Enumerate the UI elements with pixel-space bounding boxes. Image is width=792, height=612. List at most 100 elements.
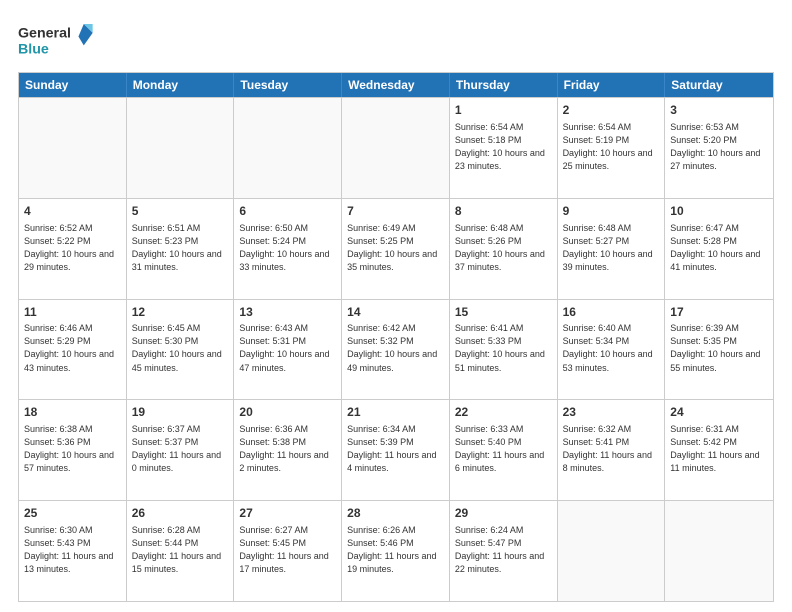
calendar-cell: 7 Sunrise: 6:49 AM Sunset: 5:25 PM Daylig…: [342, 199, 450, 299]
calendar-cell: [127, 98, 235, 198]
day-info: Sunrise: 6:48 AM Sunset: 5:27 PM Dayligh…: [563, 222, 660, 274]
weekday-header: Friday: [558, 73, 666, 97]
calendar-cell: 4 Sunrise: 6:52 AM Sunset: 5:22 PM Daylig…: [19, 199, 127, 299]
calendar-header: SundayMondayTuesdayWednesdayThursdayFrid…: [19, 73, 773, 97]
day-number: 16: [563, 304, 660, 321]
day-number: 23: [563, 404, 660, 421]
day-number: 19: [132, 404, 229, 421]
day-number: 1: [455, 102, 552, 119]
calendar-cell: 10 Sunrise: 6:47 AM Sunset: 5:28 PM Dayli…: [665, 199, 773, 299]
day-number: 11: [24, 304, 121, 321]
logo-icon: General Blue: [18, 18, 98, 62]
day-number: 21: [347, 404, 444, 421]
day-number: 29: [455, 505, 552, 522]
weekday-header: Sunday: [19, 73, 127, 97]
day-number: 15: [455, 304, 552, 321]
day-info: Sunrise: 6:42 AM Sunset: 5:32 PM Dayligh…: [347, 322, 444, 374]
day-info: Sunrise: 6:27 AM Sunset: 5:45 PM Dayligh…: [239, 524, 336, 576]
calendar-cell: 3 Sunrise: 6:53 AM Sunset: 5:20 PM Daylig…: [665, 98, 773, 198]
day-number: 27: [239, 505, 336, 522]
day-info: Sunrise: 6:52 AM Sunset: 5:22 PM Dayligh…: [24, 222, 121, 274]
calendar-cell: 2 Sunrise: 6:54 AM Sunset: 5:19 PM Daylig…: [558, 98, 666, 198]
page: General Blue SundayMondayTuesdayWednesda…: [0, 0, 792, 612]
day-info: Sunrise: 6:33 AM Sunset: 5:40 PM Dayligh…: [455, 423, 552, 475]
calendar-row: 4 Sunrise: 6:52 AM Sunset: 5:22 PM Daylig…: [19, 198, 773, 299]
weekday-header: Monday: [127, 73, 235, 97]
calendar-body: 1 Sunrise: 6:54 AM Sunset: 5:18 PM Daylig…: [19, 97, 773, 601]
calendar-row: 25 Sunrise: 6:30 AM Sunset: 5:43 PM Dayli…: [19, 500, 773, 601]
weekday-header: Thursday: [450, 73, 558, 97]
calendar-cell: 28 Sunrise: 6:26 AM Sunset: 5:46 PM Dayli…: [342, 501, 450, 601]
calendar-cell: 16Sunrise: 6:40 AM Sunset: 5:34 PM Dayli…: [558, 300, 666, 400]
day-number: 25: [24, 505, 121, 522]
day-info: Sunrise: 6:46 AM Sunset: 5:29 PM Dayligh…: [24, 322, 121, 374]
day-number: 13: [239, 304, 336, 321]
calendar-cell: 1 Sunrise: 6:54 AM Sunset: 5:18 PM Daylig…: [450, 98, 558, 198]
day-info: Sunrise: 6:53 AM Sunset: 5:20 PM Dayligh…: [670, 121, 768, 173]
calendar-cell: [19, 98, 127, 198]
day-info: Sunrise: 6:41 AM Sunset: 5:33 PM Dayligh…: [455, 322, 552, 374]
day-info: Sunrise: 6:36 AM Sunset: 5:38 PM Dayligh…: [239, 423, 336, 475]
day-number: 2: [563, 102, 660, 119]
day-number: 22: [455, 404, 552, 421]
svg-text:Blue: Blue: [18, 41, 49, 57]
day-number: 10: [670, 203, 768, 220]
day-info: Sunrise: 6:43 AM Sunset: 5:31 PM Dayligh…: [239, 322, 336, 374]
weekday-header: Tuesday: [234, 73, 342, 97]
day-number: 12: [132, 304, 229, 321]
calendar-row: 18 Sunrise: 6:38 AM Sunset: 5:36 PM Dayli…: [19, 399, 773, 500]
calendar-cell: [342, 98, 450, 198]
day-number: 6: [239, 203, 336, 220]
day-info: Sunrise: 6:28 AM Sunset: 5:44 PM Dayligh…: [132, 524, 229, 576]
calendar-cell: 27 Sunrise: 6:27 AM Sunset: 5:45 PM Dayli…: [234, 501, 342, 601]
day-info: Sunrise: 6:30 AM Sunset: 5:43 PM Dayligh…: [24, 524, 121, 576]
weekday-header: Wednesday: [342, 73, 450, 97]
day-info: Sunrise: 6:34 AM Sunset: 5:39 PM Dayligh…: [347, 423, 444, 475]
day-info: Sunrise: 6:54 AM Sunset: 5:19 PM Dayligh…: [563, 121, 660, 173]
calendar-cell: 6 Sunrise: 6:50 AM Sunset: 5:24 PM Daylig…: [234, 199, 342, 299]
day-number: 7: [347, 203, 444, 220]
calendar-row: 1 Sunrise: 6:54 AM Sunset: 5:18 PM Daylig…: [19, 97, 773, 198]
day-number: 14: [347, 304, 444, 321]
header: General Blue: [18, 18, 774, 62]
day-number: 4: [24, 203, 121, 220]
day-info: Sunrise: 6:50 AM Sunset: 5:24 PM Dayligh…: [239, 222, 336, 274]
day-info: Sunrise: 6:54 AM Sunset: 5:18 PM Dayligh…: [455, 121, 552, 173]
calendar-cell: 25 Sunrise: 6:30 AM Sunset: 5:43 PM Dayli…: [19, 501, 127, 601]
calendar-cell: 17Sunrise: 6:39 AM Sunset: 5:35 PM Dayli…: [665, 300, 773, 400]
day-number: 9: [563, 203, 660, 220]
day-info: Sunrise: 6:49 AM Sunset: 5:25 PM Dayligh…: [347, 222, 444, 274]
calendar-cell: 9 Sunrise: 6:48 AM Sunset: 5:27 PM Daylig…: [558, 199, 666, 299]
calendar-cell: [558, 501, 666, 601]
calendar-row: 11Sunrise: 6:46 AM Sunset: 5:29 PM Dayli…: [19, 299, 773, 400]
calendar-cell: 20Sunrise: 6:36 AM Sunset: 5:38 PM Dayli…: [234, 400, 342, 500]
calendar: SundayMondayTuesdayWednesdayThursdayFrid…: [18, 72, 774, 602]
calendar-cell: 19Sunrise: 6:37 AM Sunset: 5:37 PM Dayli…: [127, 400, 235, 500]
day-number: 5: [132, 203, 229, 220]
day-info: Sunrise: 6:26 AM Sunset: 5:46 PM Dayligh…: [347, 524, 444, 576]
day-info: Sunrise: 6:48 AM Sunset: 5:26 PM Dayligh…: [455, 222, 552, 274]
day-number: 3: [670, 102, 768, 119]
day-info: Sunrise: 6:24 AM Sunset: 5:47 PM Dayligh…: [455, 524, 552, 576]
day-info: Sunrise: 6:45 AM Sunset: 5:30 PM Dayligh…: [132, 322, 229, 374]
calendar-cell: 22 Sunrise: 6:33 AM Sunset: 5:40 PM Dayli…: [450, 400, 558, 500]
day-number: 24: [670, 404, 768, 421]
day-number: 8: [455, 203, 552, 220]
day-number: 28: [347, 505, 444, 522]
day-info: Sunrise: 6:38 AM Sunset: 5:36 PM Dayligh…: [24, 423, 121, 475]
day-number: 18: [24, 404, 121, 421]
calendar-cell: [234, 98, 342, 198]
day-number: 26: [132, 505, 229, 522]
day-info: Sunrise: 6:31 AM Sunset: 5:42 PM Dayligh…: [670, 423, 768, 475]
calendar-cell: 23 Sunrise: 6:32 AM Sunset: 5:41 PM Dayli…: [558, 400, 666, 500]
svg-text:General: General: [18, 25, 71, 41]
calendar-cell: 21 Sunrise: 6:34 AM Sunset: 5:39 PM Dayli…: [342, 400, 450, 500]
calendar-cell: 13Sunrise: 6:43 AM Sunset: 5:31 PM Dayli…: [234, 300, 342, 400]
calendar-cell: 12Sunrise: 6:45 AM Sunset: 5:30 PM Dayli…: [127, 300, 235, 400]
day-number: 17: [670, 304, 768, 321]
calendar-cell: 5Sunrise: 6:51 AM Sunset: 5:23 PM Daylig…: [127, 199, 235, 299]
weekday-header: Saturday: [665, 73, 773, 97]
calendar-cell: 24 Sunrise: 6:31 AM Sunset: 5:42 PM Dayli…: [665, 400, 773, 500]
day-info: Sunrise: 6:32 AM Sunset: 5:41 PM Dayligh…: [563, 423, 660, 475]
day-info: Sunrise: 6:47 AM Sunset: 5:28 PM Dayligh…: [670, 222, 768, 274]
